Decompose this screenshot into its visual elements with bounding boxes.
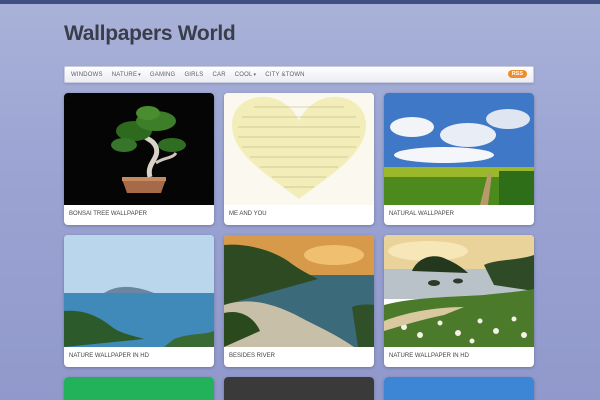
post-title[interactable]: BONSAI TREE WALLPAPER: [69, 211, 147, 217]
top-accent-bar: [0, 0, 600, 4]
post-thumbnail[interactable]: [384, 93, 534, 205]
nav-item-label: GIRLS: [184, 71, 204, 78]
nav-item-nature[interactable]: NATURE▾: [112, 72, 141, 78]
chevron-down-icon: ▾: [253, 71, 257, 78]
post-card-me-and-you[interactable]: ME AND YOU: [224, 93, 374, 225]
rss-feed-button[interactable]: RSS: [507, 70, 527, 78]
nav-item-label: GAMING: [149, 71, 176, 78]
post-title[interactable]: NATURE WALLPAPER IN HD: [389, 353, 469, 359]
post-card-nature-hd-1[interactable]: NATURE WALLPAPER IN HD: [64, 235, 214, 367]
nav-item-city-town[interactable]: CITY &TOWN: [265, 72, 304, 78]
post-thumbnail[interactable]: [224, 235, 374, 347]
post-card-natural[interactable]: NATURAL WALLPAPER: [384, 93, 534, 225]
nav-item-windows[interactable]: WINDOWS: [71, 72, 103, 78]
nav-item-label: CITY &TOWN: [265, 71, 305, 78]
nav-item-label: WINDOWS: [71, 71, 103, 78]
nav-item-car[interactable]: CAR: [212, 72, 225, 78]
nav-item-cool[interactable]: COOL▾: [235, 72, 257, 78]
nav-item-label: CAR: [212, 71, 226, 78]
post-thumbnail[interactable]: [224, 377, 374, 400]
site-title[interactable]: Wallpapers World: [64, 22, 236, 46]
post-thumbnail[interactable]: [224, 93, 374, 205]
post-card-nature-hd-2[interactable]: NATURE WALLPAPER IN HD: [384, 235, 534, 367]
nav-item-label: COOL: [234, 71, 253, 78]
chevron-down-icon: ▾: [138, 71, 141, 78]
post-title[interactable]: ME AND YOU: [229, 211, 267, 217]
post-title[interactable]: BESIDES RIVER: [229, 353, 275, 359]
main-navigation: WINDOWS NATURE▾ GAMING GIRLS CAR COOL▾ C…: [64, 66, 534, 83]
post-title[interactable]: NATURAL WALLPAPER: [389, 211, 454, 217]
post-thumbnail[interactable]: [64, 235, 214, 347]
post-card-bonsai[interactable]: BONSAI TREE WALLPAPER: [64, 93, 214, 225]
post-thumbnail[interactable]: [64, 377, 214, 400]
post-thumbnail[interactable]: [64, 93, 214, 205]
post-card-partial-2[interactable]: [224, 377, 374, 400]
post-thumbnail[interactable]: [384, 377, 534, 400]
post-card-partial-1[interactable]: [64, 377, 214, 400]
post-title[interactable]: NATURE WALLPAPER IN HD: [69, 353, 149, 359]
nav-item-girls[interactable]: GIRLS: [184, 72, 203, 78]
post-thumbnail[interactable]: [384, 235, 534, 347]
nav-item-label: NATURE: [111, 71, 138, 78]
nav-item-gaming[interactable]: GAMING: [150, 72, 176, 78]
post-card-partial-3[interactable]: [384, 377, 534, 400]
post-card-besides-river[interactable]: BESIDES RIVER: [224, 235, 374, 367]
